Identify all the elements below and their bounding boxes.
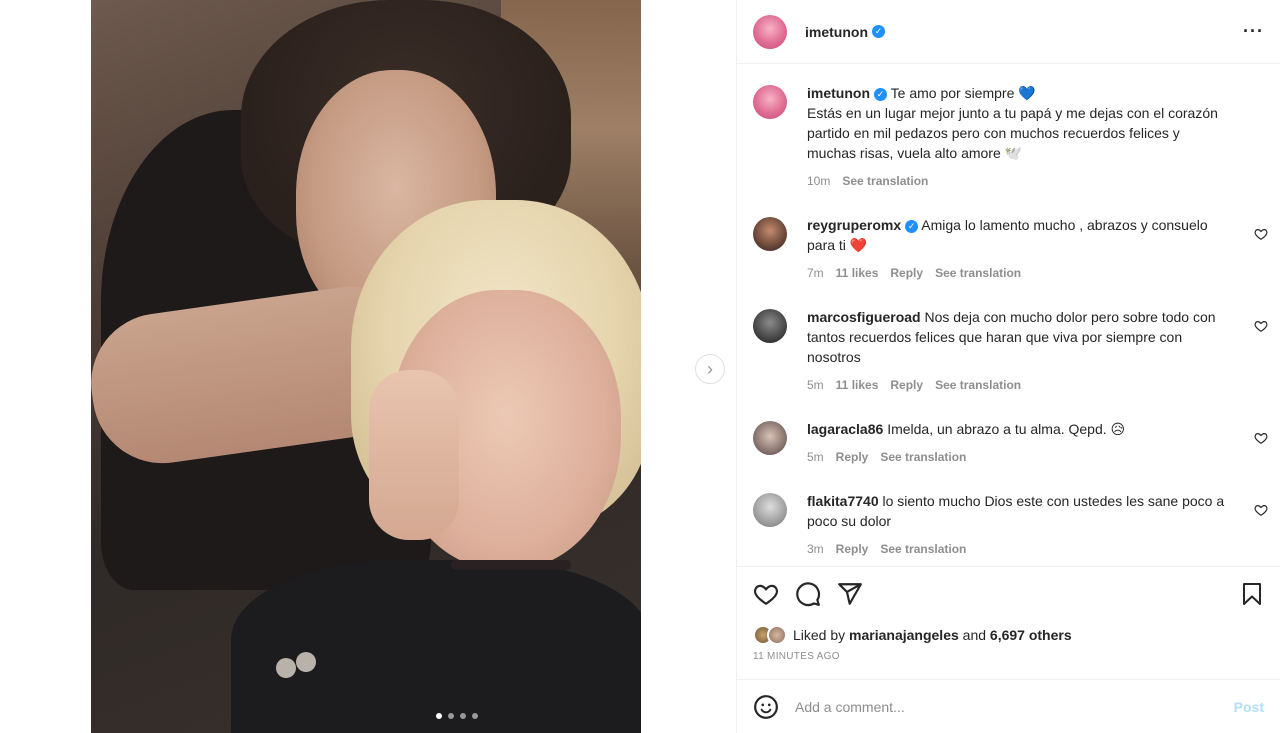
caption-time[interactable]: 10m bbox=[807, 171, 830, 191]
list-item: reygruperomx ✓ Amiga lo lamento mucho , a… bbox=[737, 215, 1280, 283]
comment-time[interactable]: 5m bbox=[807, 447, 824, 467]
commenter-avatar[interactable] bbox=[753, 421, 787, 455]
list-item: marcosfigueroad Nos deja con mucho dolor… bbox=[737, 307, 1280, 395]
post-timestamp[interactable]: 11 minutes ago bbox=[753, 651, 1264, 662]
emoji-icon[interactable] bbox=[753, 694, 779, 720]
more-options-icon[interactable]: ··· bbox=[1243, 21, 1264, 42]
post-sidebar: imetunon ✓ ··· imetunon ✓ Te amo por siem… bbox=[736, 0, 1280, 733]
carousel-dot bbox=[460, 713, 466, 719]
reply-button[interactable]: Reply bbox=[890, 263, 923, 283]
reply-button[interactable]: Reply bbox=[890, 375, 923, 395]
heart-icon[interactable] bbox=[1254, 319, 1268, 333]
caption-avatar[interactable] bbox=[753, 85, 787, 119]
heart-icon[interactable] bbox=[1254, 503, 1268, 517]
verified-badge-icon: ✓ bbox=[905, 219, 919, 233]
heart-icon[interactable] bbox=[1254, 227, 1268, 241]
comment-composer: Post bbox=[737, 679, 1280, 733]
commenter-username[interactable]: flakita7740 bbox=[807, 493, 879, 509]
see-translation-link[interactable]: See translation bbox=[842, 171, 928, 191]
share-icon[interactable] bbox=[837, 581, 863, 607]
carousel-dot bbox=[448, 713, 454, 719]
caption-body: Estás en un lugar mejor junto a tu papá … bbox=[807, 105, 1218, 161]
chevron-right-icon: › bbox=[707, 358, 713, 379]
see-translation-link[interactable]: See translation bbox=[935, 375, 1021, 395]
commenter-username[interactable]: lagaracla86 bbox=[807, 421, 883, 437]
comment-likes[interactable]: 11 likes bbox=[836, 375, 879, 395]
carousel-dot bbox=[436, 713, 442, 719]
comment-time[interactable]: 5m bbox=[807, 375, 824, 395]
caption: imetunon ✓ Te amo por siempre 💙 Estás en … bbox=[737, 83, 1280, 191]
post-header: imetunon ✓ ··· bbox=[737, 0, 1280, 64]
commenter-avatar[interactable] bbox=[753, 217, 787, 251]
next-photo-button[interactable]: › bbox=[695, 354, 725, 384]
carousel-dots bbox=[436, 713, 478, 719]
verified-badge-icon: ✓ bbox=[874, 87, 887, 101]
comment-time[interactable]: 7m bbox=[807, 263, 824, 283]
likes-count[interactable]: 6,697 others bbox=[990, 627, 1072, 643]
see-translation-link[interactable]: See translation bbox=[935, 263, 1021, 283]
post-photo[interactable] bbox=[91, 0, 641, 733]
see-translation-link[interactable]: See translation bbox=[880, 539, 966, 559]
author-avatar[interactable] bbox=[753, 14, 787, 49]
comment-icon[interactable] bbox=[795, 581, 821, 607]
comment-likes[interactable]: 11 likes bbox=[836, 263, 879, 283]
list-item: lagaracla86 Imelda, un abrazo a tu alma.… bbox=[737, 419, 1280, 467]
author-username[interactable]: imetunon bbox=[805, 24, 868, 40]
likes-prefix: Liked by bbox=[793, 627, 846, 643]
likes-summary: Liked by marianajangeles and 6,697 other… bbox=[753, 625, 1264, 645]
post-button[interactable]: Post bbox=[1234, 699, 1264, 715]
heart-icon[interactable] bbox=[753, 581, 779, 607]
comment-time[interactable]: 3m bbox=[807, 539, 824, 559]
comment-text: Imelda, un abrazo a tu alma. Qepd. 😥 bbox=[887, 421, 1126, 437]
heart-icon[interactable] bbox=[1254, 431, 1268, 445]
commenter-username[interactable]: marcosfigueroad bbox=[807, 309, 921, 325]
media-pane: › bbox=[0, 0, 735, 733]
reply-button[interactable]: Reply bbox=[836, 447, 869, 467]
comments-list[interactable]: imetunon ✓ Te amo por siempre 💙 Estás en … bbox=[737, 65, 1280, 565]
commenter-avatar[interactable] bbox=[753, 309, 787, 343]
likes-and: and bbox=[962, 627, 987, 643]
see-translation-link[interactable]: See translation bbox=[880, 447, 966, 467]
post-actions: Liked by marianajangeles and 6,697 other… bbox=[737, 566, 1280, 662]
liker-avatars[interactable] bbox=[753, 625, 787, 645]
bookmark-icon[interactable] bbox=[1240, 581, 1264, 607]
reply-button[interactable]: Reply bbox=[836, 539, 869, 559]
carousel-dot bbox=[472, 713, 478, 719]
commenter-username[interactable]: reygruperomx bbox=[807, 217, 901, 233]
caption-lead: Te amo por siempre 💙 bbox=[890, 85, 1036, 101]
caption-username[interactable]: imetunon bbox=[807, 85, 870, 101]
liker-username[interactable]: marianajangeles bbox=[849, 627, 959, 643]
list-item: flakita7740 lo siento mucho Dios este co… bbox=[737, 491, 1280, 559]
commenter-avatar[interactable] bbox=[753, 493, 787, 527]
comment-input[interactable] bbox=[795, 698, 1234, 715]
verified-badge-icon: ✓ bbox=[872, 25, 885, 38]
